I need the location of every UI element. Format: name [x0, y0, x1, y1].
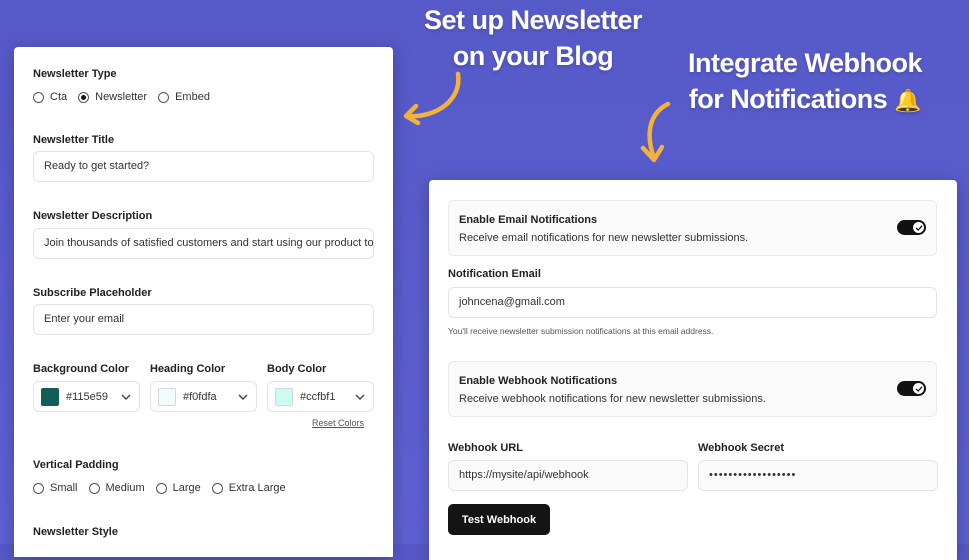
chevron-down-icon	[355, 394, 365, 400]
radio-circle[interactable]	[158, 91, 170, 103]
radio-circle[interactable]	[211, 482, 223, 494]
email-notifications-desc: Receive email notifications for new news…	[459, 232, 749, 244]
heading-color-swatch	[158, 387, 176, 406]
radio-circle[interactable]	[155, 482, 167, 494]
radio-circle[interactable]	[88, 482, 100, 494]
curved-arrow-left-icon	[403, 71, 461, 126]
vertical-padding-label: Vertical Padding	[33, 459, 119, 471]
radio-padding-small[interactable]: Small	[33, 482, 78, 494]
email-notifications-box: Enable Email Notifications Receive email…	[448, 200, 937, 256]
body-color-label: Body Color	[267, 363, 327, 375]
newsletter-title-input[interactable]: Ready to get started?	[33, 151, 374, 182]
webhook-notifications-title: Enable Webhook Notifications	[459, 375, 618, 387]
webhook-headline: Integrate Webhook for Notifications 🔔	[665, 45, 945, 119]
radio-padding-large[interactable]: Large	[155, 482, 201, 494]
radio-type-embed[interactable]: Embed	[158, 91, 210, 103]
radio-padding-medium[interactable]: Medium	[88, 482, 145, 494]
check-icon	[913, 383, 924, 394]
newsletter-description-label: Newsletter Description	[33, 210, 153, 222]
notifications-panel: Enable Email Notifications Receive email…	[429, 180, 957, 560]
webhook-notifications-toggle[interactable]	[897, 381, 926, 396]
body-color-swatch	[275, 387, 293, 406]
subscribe-placeholder-input[interactable]: Enter your email	[33, 304, 374, 335]
newsletter-description-input[interactable]: Join thousands of satisfied customers an…	[33, 228, 374, 259]
chevron-down-icon	[238, 394, 248, 400]
body-color-select[interactable]: #ccfbf1	[267, 381, 374, 412]
webhook-headline-line1: Integrate Webhook	[687, 48, 923, 78]
webhook-notifications-desc: Receive webhook notifications for new ne…	[459, 393, 766, 405]
newsletter-type-radio-group: Cta Newsletter Embed	[33, 91, 221, 103]
notification-email-hint: You'll receive newsletter submission not…	[448, 326, 714, 336]
newsletter-title-label: Newsletter Title	[33, 134, 115, 146]
heading-color-label: Heading Color	[150, 363, 226, 375]
heading-color-select[interactable]: #f0fdfa	[150, 381, 257, 412]
radio-circle[interactable]	[33, 91, 44, 103]
email-notifications-title: Enable Email Notifications	[459, 214, 598, 226]
bell-icon: 🔔	[894, 88, 922, 113]
webhook-headline-line2: for Notifications	[688, 84, 888, 114]
notification-email-input[interactable]: johncena@gmail.com	[448, 287, 937, 318]
webhook-notifications-box: Enable Webhook Notifications Receive web…	[448, 361, 937, 417]
radio-padding-extra-large[interactable]: Extra Large	[211, 482, 286, 494]
radio-type-newsletter[interactable]: Newsletter	[78, 91, 147, 103]
newsletter-style-label: Newsletter Style	[33, 526, 118, 538]
body-color-value: #ccfbf1	[300, 390, 336, 403]
webhook-secret-input[interactable]: ••••••••••••••••••	[698, 460, 938, 491]
background-color-swatch	[41, 387, 59, 406]
chevron-down-icon	[121, 394, 131, 400]
radio-circle[interactable]	[33, 482, 44, 494]
background-color-select[interactable]: #115e59	[33, 381, 140, 412]
vertical-padding-radio-group: Small Medium Large Extra Large	[33, 482, 297, 494]
newsletter-headline-line1: Set up Newsletter	[423, 5, 643, 35]
curved-arrow-down-icon	[640, 101, 671, 163]
notification-email-label: Notification Email	[448, 268, 541, 280]
webhook-secret-label: Webhook Secret	[698, 442, 784, 454]
webhook-url-label: Webhook URL	[448, 442, 523, 454]
webhook-url-input[interactable]: https://mysite/api/webhook	[448, 460, 688, 491]
subscribe-placeholder-label: Subscribe Placeholder	[33, 287, 152, 299]
check-icon	[913, 222, 924, 233]
newsletter-headline: Set up Newsletter on your Blog	[398, 2, 668, 74]
newsletter-settings-panel: Newsletter Type Cta Newsletter Embed New…	[14, 47, 393, 557]
email-notifications-toggle[interactable]	[897, 220, 926, 235]
background-color-value: #115e59	[66, 390, 109, 403]
newsletter-type-label: Newsletter Type	[33, 68, 117, 80]
heading-color-value: #f0fdfa	[183, 390, 217, 403]
reset-colors-link[interactable]: Reset Colors	[312, 418, 364, 428]
newsletter-headline-line2: on your Blog	[452, 41, 614, 71]
background-color-label: Background Color	[33, 363, 129, 375]
radio-circle-checked[interactable]	[78, 91, 90, 103]
test-webhook-button[interactable]: Test Webhook	[448, 504, 550, 535]
radio-type-cta[interactable]: Cta	[33, 91, 67, 103]
